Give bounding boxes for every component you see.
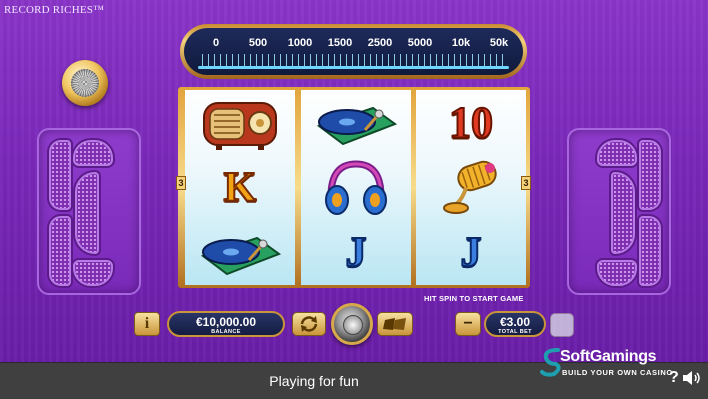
symbol-headphones (301, 155, 411, 220)
softgamings-logo-icon (540, 348, 561, 377)
win-dial: 0 500 1000 1500 2500 5000 10k 50k (180, 24, 527, 79)
balance-label: BALANCE (211, 329, 241, 335)
dial-bar (198, 66, 509, 69)
right-speaker-panel (567, 128, 671, 295)
spin-button[interactable] (331, 303, 373, 345)
radio-icon (203, 101, 277, 150)
balance-value: €10,000.00 (195, 315, 257, 329)
headphones-icon (325, 159, 387, 215)
speaker-grille (73, 140, 113, 166)
symbol-letter: J (345, 229, 368, 277)
speaker-grille (75, 172, 99, 254)
minus-icon: − (463, 315, 473, 332)
dial-label: 2500 (367, 37, 393, 49)
dial-label: 0 (212, 37, 220, 49)
lines-indicator-right: 3 (521, 176, 531, 190)
symbol-microphone (416, 155, 526, 220)
dial-display: 0 500 1000 1500 2500 5000 10k 50k (184, 28, 523, 75)
spin-hint-text: HIT SPIN TO START GAME (424, 294, 524, 303)
autoplay-button[interactable] (292, 312, 326, 336)
volume-knob (62, 60, 108, 106)
bet-decrease-button[interactable]: − (455, 312, 481, 336)
bet-label: TOTAL BET (498, 329, 532, 335)
dial-label: 5000 (407, 37, 433, 49)
symbol-ten: 10 (416, 90, 526, 155)
info-icon: i (144, 315, 150, 332)
symbol-j: J (301, 220, 411, 285)
dial-label: 500 (248, 37, 268, 49)
dial-label: 50k (489, 37, 509, 49)
speaker-grille (611, 172, 635, 254)
reel-3: 10 J (416, 90, 526, 285)
turntable-icon (200, 236, 282, 275)
symbol-letter: J (460, 229, 483, 277)
speaker-grille (597, 260, 637, 286)
symbol-k: K (185, 155, 295, 220)
reel-area[interactable]: K J 10 J (178, 87, 530, 288)
bet-value: €3.00 (499, 315, 531, 329)
symbol-letter: K (223, 164, 258, 212)
dial-label: 10k (451, 37, 471, 49)
autoplay-icon (300, 316, 318, 332)
lines-indicator-left: 3 (176, 176, 186, 190)
sound-icon[interactable] (682, 370, 702, 386)
speaker-grille (49, 216, 71, 286)
left-speaker-panel (37, 128, 141, 295)
turntable-icon (316, 106, 398, 145)
brand-tagline: BUILD YOUR OWN CASINO (562, 368, 673, 377)
turbo-button[interactable] (377, 312, 413, 336)
dial-label: 1500 (327, 37, 353, 49)
brand-name: SoftGamings (560, 348, 657, 365)
symbol-j: J (416, 220, 526, 285)
info-button[interactable]: i (134, 312, 160, 336)
symbol-radio (185, 90, 295, 155)
symbol-turntable (301, 90, 411, 155)
microphone-icon (443, 160, 497, 214)
speaker-grille (639, 216, 661, 286)
fast-forward-icon (383, 318, 406, 330)
speaker-grille (597, 140, 637, 166)
total-bet-display: €3.00 TOTAL BET (484, 311, 546, 337)
speaker-grille (639, 140, 661, 210)
balance-display: €10,000.00 BALANCE (167, 311, 285, 337)
play-mode-text: Playing for fun (269, 373, 359, 389)
bet-increase-button[interactable] (550, 313, 574, 337)
reel-2: J (301, 90, 411, 285)
reel-1: K (185, 90, 295, 285)
symbol-letter: 10 (448, 97, 494, 148)
help-icon[interactable]: ? (669, 369, 679, 387)
dial-labels: 0 500 1000 1500 2500 5000 10k 50k (184, 37, 523, 51)
symbol-turntable (185, 220, 295, 285)
game-title: RECORD RICHES™ (4, 4, 105, 16)
dial-label: 1000 (287, 37, 313, 49)
softgamings-logo: SoftGamings BUILD YOUR OWN CASINO (540, 346, 690, 386)
speaker-grille (49, 140, 71, 210)
speaker-grille (73, 260, 113, 286)
